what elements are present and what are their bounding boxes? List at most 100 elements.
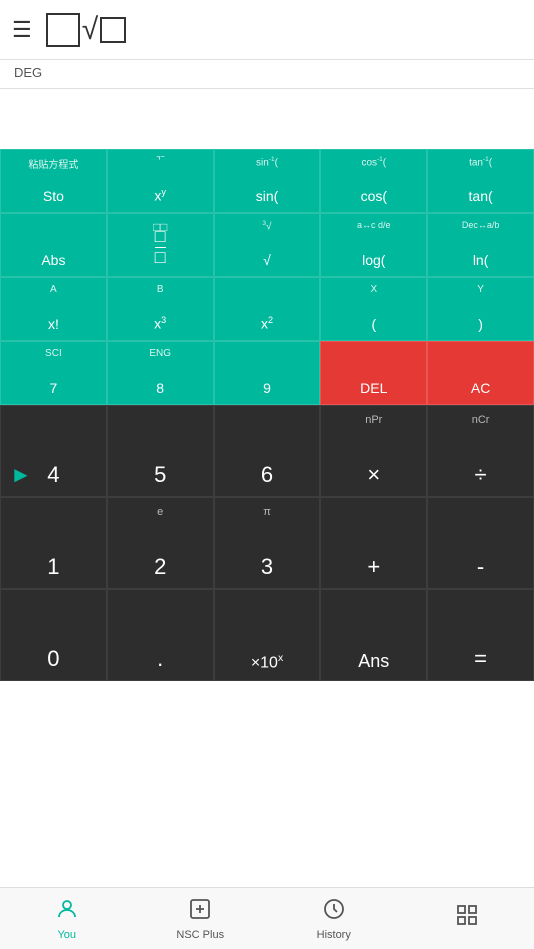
- key-sci-notation-label: ×10x: [251, 653, 283, 672]
- sci-key-paste[interactable]: 粘贴方程式 Sto: [0, 149, 107, 213]
- key-5-label: 5: [154, 462, 166, 488]
- key-multiply-label: ×: [367, 462, 380, 488]
- nav-grid[interactable]: [401, 888, 534, 949]
- key-3-label: 3: [261, 554, 273, 580]
- key-divide[interactable]: nCr ÷: [427, 405, 534, 497]
- sci-key-ln-top: Dec↔a/b: [462, 220, 500, 230]
- sci-key-paste-top: 粘贴方程式: [28, 156, 78, 171]
- key-minus-label: -: [477, 554, 484, 580]
- key-divide-top: nCr: [472, 414, 490, 426]
- sci-key-factorial[interactable]: A x!: [0, 277, 107, 341]
- sci-key-9-main: 9: [263, 380, 271, 396]
- sci-key-tan[interactable]: tan-1( tan(: [427, 149, 534, 213]
- key-multiply[interactable]: nPr ×: [320, 405, 427, 497]
- sci-key-sin-top: sin-1(: [256, 156, 278, 168]
- sci-key-paste-main: Sto: [43, 188, 64, 204]
- sci-key-cbrt[interactable]: 3√ √: [214, 213, 321, 277]
- sci-key-8-top: ENG: [149, 348, 171, 359]
- nav-history[interactable]: History: [267, 888, 401, 949]
- sci-key-close-paren[interactable]: Y ): [427, 277, 534, 341]
- key-dot-label: .: [157, 646, 163, 672]
- sci-key-7-top: SCI: [45, 348, 62, 359]
- sci-key-cbrt-top: 3√: [262, 220, 271, 232]
- sci-key-ln-main: ln(: [473, 252, 489, 268]
- key-6[interactable]: 6: [214, 405, 321, 497]
- sci-key-cos[interactable]: cos-1( cos(: [320, 149, 427, 213]
- sci-key-open-paren[interactable]: X (: [320, 277, 427, 341]
- del-key[interactable]: DEL: [320, 341, 427, 405]
- key-3[interactable]: π 3: [214, 497, 321, 589]
- key-plus[interactable]: +: [320, 497, 427, 589]
- sci-key-log-top: a↔c d/e: [357, 220, 391, 230]
- sci-key-xcubed[interactable]: B x3: [107, 277, 214, 341]
- sci-key-nth-root[interactable]: ⌝‾ xy: [107, 149, 214, 213]
- sci-key-9[interactable]: 9: [214, 341, 321, 405]
- nav-nsc-plus[interactable]: NSC Plus: [134, 888, 268, 949]
- sci-key-open-paren-main: (: [371, 316, 376, 332]
- key-3-top: π: [263, 506, 271, 518]
- key-2-label: 2: [154, 554, 166, 580]
- sci-key-close-paren-top: Y: [477, 284, 484, 295]
- key-minus[interactable]: -: [427, 497, 534, 589]
- ac-key[interactable]: AC: [427, 341, 534, 405]
- key-equals-label: =: [474, 646, 487, 672]
- key-equals[interactable]: =: [427, 589, 534, 681]
- sci-key-log-main: log(: [362, 252, 385, 268]
- key-2[interactable]: e 2: [107, 497, 214, 589]
- sci-key-7[interactable]: SCI 7: [0, 341, 107, 405]
- sci-key-xcubed-main: x3: [154, 315, 166, 332]
- del-key-label: DEL: [360, 380, 387, 396]
- sci-key-fraction[interactable]: □□ □□: [107, 213, 214, 277]
- sci-key-xsquared[interactable]: x2: [214, 277, 321, 341]
- sci-key-sin[interactable]: sin-1( sin(: [214, 149, 321, 213]
- sci-key-tan-top: tan-1(: [469, 156, 492, 168]
- sci-key-xsquared-main: x2: [261, 315, 273, 332]
- key-5[interactable]: 5: [107, 405, 214, 497]
- sci-key-fraction-top: □□: [153, 220, 168, 234]
- sci-key-nth-root-top: ⌝‾: [156, 156, 164, 167]
- key-4[interactable]: 4: [0, 405, 107, 497]
- key-ans-label: Ans: [358, 651, 389, 672]
- deg-label: DEG: [14, 65, 42, 80]
- key-multiply-top: nPr: [365, 414, 382, 426]
- key-dot[interactable]: .: [107, 589, 214, 681]
- key-1[interactable]: 1: [0, 497, 107, 589]
- key-2-top: e: [157, 506, 163, 518]
- logo-sqrt-symbol: √: [82, 15, 98, 45]
- sci-key-abs-main: Abs: [41, 252, 65, 268]
- sci-key-log[interactable]: a↔c d/e log(: [320, 213, 427, 277]
- nav-history-label: History: [317, 929, 351, 941]
- key-6-label: 6: [261, 462, 273, 488]
- expression-area: ►: [0, 89, 534, 149]
- key-4-label: 4: [47, 462, 59, 488]
- plus-square-icon: [188, 897, 212, 925]
- ac-key-label: AC: [471, 380, 490, 396]
- clock-icon: [322, 897, 346, 925]
- nav-nsc-plus-label: NSC Plus: [176, 929, 224, 941]
- key-sci-notation[interactable]: ×10x: [214, 589, 321, 681]
- sci-key-nth-root-main: xy: [154, 187, 166, 204]
- sci-key-xcubed-top: B: [157, 284, 164, 295]
- menu-icon[interactable]: ☰: [12, 17, 32, 43]
- key-0[interactable]: 0: [0, 589, 107, 681]
- nav-you[interactable]: You: [0, 888, 134, 949]
- logo-box: [46, 13, 80, 47]
- key-ans[interactable]: Ans: [320, 589, 427, 681]
- sci-key-cos-top: cos-1(: [361, 156, 386, 168]
- sci-key-factorial-top: A: [50, 284, 57, 295]
- sci-key-abs[interactable]: Abs: [0, 213, 107, 277]
- sci-key-8[interactable]: ENG 8: [107, 341, 214, 405]
- logo: √: [46, 13, 126, 47]
- key-divide-label: ÷: [475, 462, 487, 488]
- main-keypad: 4 5 6 nPr × nCr ÷ 1 e 2 π 3 + - 0 . ×10x…: [0, 405, 534, 681]
- key-1-label: 1: [47, 554, 59, 580]
- grid-icon: [455, 903, 479, 931]
- sci-key-open-paren-top: X: [370, 284, 377, 295]
- sci-key-cos-main: cos(: [361, 188, 387, 204]
- sci-key-8-main: 8: [156, 380, 164, 396]
- sci-key-ln[interactable]: Dec↔a/b ln(: [427, 213, 534, 277]
- logo-inner-box: [100, 17, 126, 43]
- bottom-nav: You NSC Plus History: [0, 887, 534, 949]
- key-0-label: 0: [47, 646, 59, 672]
- sci-key-cbrt-main: √: [263, 252, 271, 268]
